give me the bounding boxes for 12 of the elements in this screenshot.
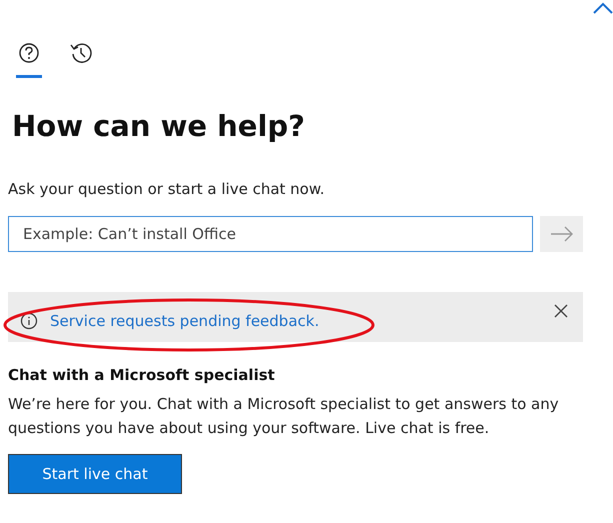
- info-icon: [20, 312, 38, 330]
- prompt-text: Ask your question or start a live chat now.: [8, 180, 326, 198]
- section-description: We’re here for you. Chat with a Microsoft specialist to get answers to any questions you have about using your software. Live chat is free.: [8, 394, 560, 439]
- question-field[interactable]: Example: Can’t install Office: [8, 216, 533, 252]
- start-live-chat-button[interactable]: Start live chat: [8, 454, 182, 494]
- history-icon: [69, 42, 93, 64]
- close-icon[interactable]: [553, 303, 569, 319]
- page-heading: How can we help?: [12, 108, 306, 144]
- help-icon: [18, 42, 40, 64]
- section-title: Chat with a Microsoft specialist: [8, 366, 276, 384]
- arrow-right-icon: [550, 226, 574, 242]
- collapse-chevron-icon[interactable]: [593, 2, 613, 14]
